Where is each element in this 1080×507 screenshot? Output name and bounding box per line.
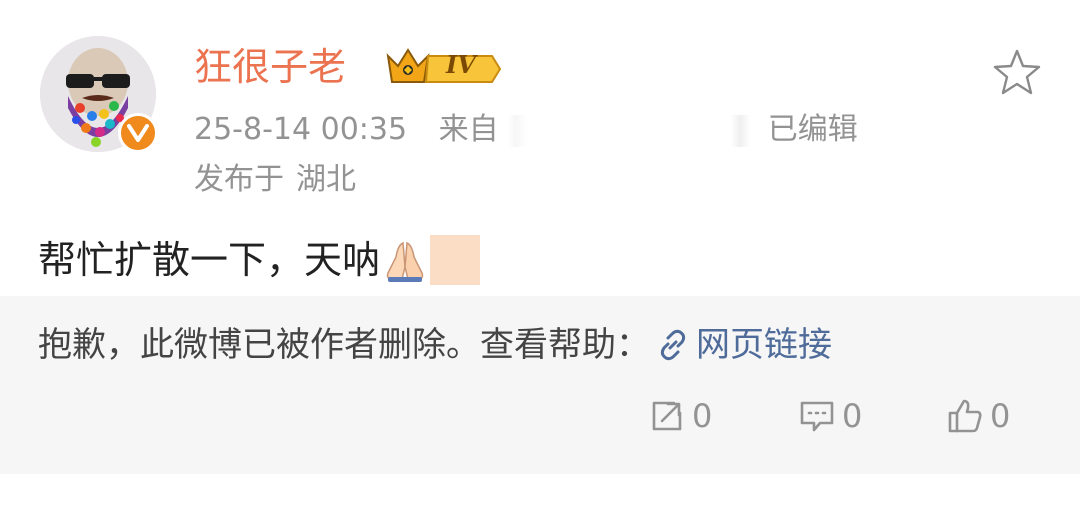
redacted-source: [508, 114, 751, 147]
pray-emoji-icon: [386, 241, 424, 282]
deleted-notice: 抱歉，此微博已被作者删除。查看帮助： 网页链接: [38, 320, 832, 370]
post-text: 帮忙扩散一下，天呐: [38, 232, 481, 288]
thumbs-up-icon: [948, 399, 982, 433]
source-prefix: 来自: [438, 112, 499, 147]
skin-tone-swatch: [430, 235, 481, 285]
level-badge: IV: [384, 44, 502, 86]
location-prefix: 发布于: [194, 162, 284, 197]
comment-count: 0: [842, 397, 863, 435]
comment-icon: [800, 401, 834, 432]
post-text-content: 帮忙扩散一下，天呐: [38, 238, 381, 282]
weibo-post-card: 狂很子老 IV 25-8-14 00:35 来自 已编辑 发布于 湖北 帮忙扩散一…: [0, 0, 1080, 507]
post-location: 发布于 湖北: [194, 158, 356, 202]
location-name: 湖北: [296, 162, 356, 197]
deleted-notice-text: 抱歉，此微博已被作者删除。查看帮助：: [38, 325, 650, 365]
like-button[interactable]: 0: [946, 394, 1010, 438]
post-timestamp[interactable]: 25-8-14 00:35: [194, 108, 407, 152]
repost-count: 0: [692, 397, 713, 435]
repost-button[interactable]: 0: [648, 394, 712, 438]
username[interactable]: 狂很子老: [194, 42, 346, 92]
level-label: IV: [446, 50, 476, 79]
repost-icon: [652, 401, 682, 431]
crown-icon: [386, 48, 502, 83]
favorite-star-icon[interactable]: [990, 46, 1044, 100]
edited-label[interactable]: 已编辑: [768, 108, 858, 152]
link-icon: [660, 329, 686, 361]
web-link[interactable]: 网页链接: [656, 320, 832, 370]
verified-v-icon: [118, 113, 158, 153]
web-link-label: 网页链接: [696, 325, 832, 365]
like-count: 0: [990, 397, 1011, 435]
post-meta: 25-8-14 00:35 来自 已编辑: [194, 108, 858, 152]
comment-button[interactable]: 0: [798, 394, 862, 438]
